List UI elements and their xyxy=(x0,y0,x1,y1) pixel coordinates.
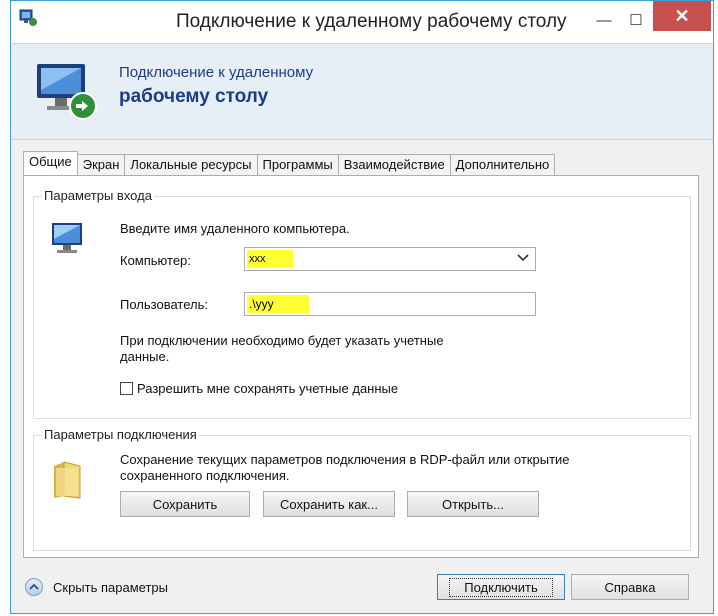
user-input[interactable]: .\yyy xyxy=(244,292,536,316)
computer-combobox[interactable]: xxx xyxy=(244,247,536,271)
header-title-line1: Подключение к удаленному xyxy=(119,64,314,81)
hide-options-label[interactable]: Скрыть параметры xyxy=(53,580,168,595)
connection-desc-line1: Сохранение текущих параметров подключени… xyxy=(120,452,570,467)
maximize-button[interactable]: ☐ xyxy=(621,7,651,33)
tab-display[interactable]: Экран xyxy=(76,154,126,175)
tab-panel-general: Параметры входа Введите имя удаленного к… xyxy=(23,175,699,558)
credentials-note-line1: При подключении необходимо будет указать… xyxy=(120,333,444,348)
header-banner: Подключение к удаленному рабочему столу xyxy=(11,43,713,140)
tab-local-resources[interactable]: Локальные ресурсы xyxy=(124,154,258,175)
connection-settings-group: Параметры подключения Сохранение текущих… xyxy=(33,427,691,551)
computer-value: xxx xyxy=(247,250,293,268)
tab-programs[interactable]: Программы xyxy=(256,154,339,175)
user-value: .\yyy xyxy=(247,295,309,313)
save-button[interactable]: Сохранить xyxy=(120,491,250,517)
save-credentials-checkbox[interactable] xyxy=(120,382,133,395)
folder-icon xyxy=(52,460,84,500)
open-button[interactable]: Открыть... xyxy=(407,491,539,517)
connect-button[interactable]: Подключить xyxy=(437,574,565,600)
computer-label: Компьютер: xyxy=(120,253,191,268)
tab-strip: Общие Экран Локальные ресурсы Программы … xyxy=(23,151,556,175)
tab-general[interactable]: Общие xyxy=(23,151,78,175)
logon-settings-group: Параметры входа Введите имя удаленного к… xyxy=(33,188,691,419)
title-bar[interactable]: Подключение к удаленному рабочему столу … xyxy=(11,1,713,43)
enter-computer-instruction: Введите имя удаленного компьютера. xyxy=(120,221,350,236)
save-as-button[interactable]: Сохранить как... xyxy=(263,491,395,517)
close-button[interactable]: ✕ xyxy=(653,1,711,31)
rdp-app-icon xyxy=(19,9,39,27)
credentials-note-line2: данные. xyxy=(120,349,170,364)
save-credentials-label[interactable]: Разрешить мне сохранять учетные данные xyxy=(137,381,398,396)
minimize-button[interactable]: — xyxy=(589,7,619,33)
connection-desc-line2: сохраненного подключения. xyxy=(120,468,290,483)
remote-desktop-icon xyxy=(33,60,99,122)
connection-settings-title: Параметры подключения xyxy=(42,427,199,442)
window-title: Подключение к удаленному рабочему столу xyxy=(176,11,567,32)
header-title-line2: рабочему столу xyxy=(119,86,269,107)
logon-settings-title: Параметры входа xyxy=(42,188,154,203)
hide-options-toggle-icon[interactable] xyxy=(25,578,43,596)
user-label: Пользователь: xyxy=(120,297,208,312)
tab-advanced[interactable]: Дополнительно xyxy=(449,154,556,175)
help-button[interactable]: Справка xyxy=(571,574,689,600)
connect-button-label: Подключить xyxy=(449,577,553,597)
computer-icon xyxy=(48,221,88,257)
rdp-window: Подключение к удаленному рабочему столу … xyxy=(10,0,714,614)
chevron-down-icon[interactable] xyxy=(517,251,529,265)
tab-experience[interactable]: Взаимодействие xyxy=(337,154,451,175)
